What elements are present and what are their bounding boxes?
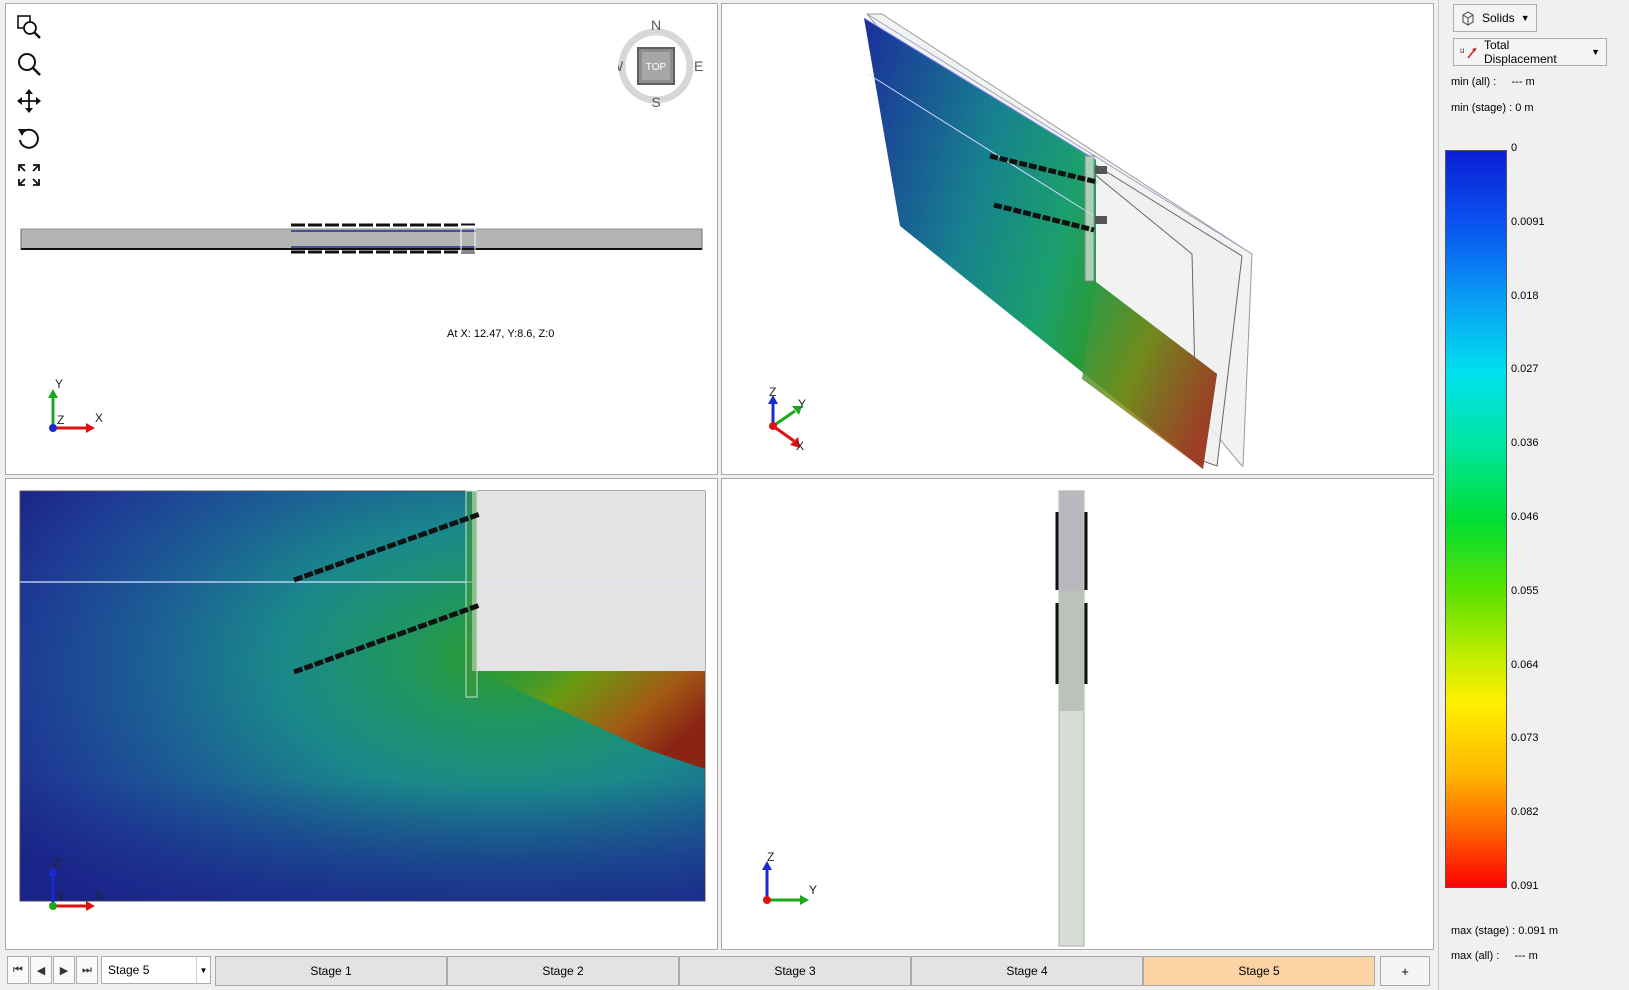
prev-stage-icon[interactable]: ◀ — [30, 956, 52, 984]
axis-triad-iso: Z Y X — [768, 385, 806, 453]
front-view-scene: Z X Y — [19, 490, 706, 911]
compass-face-label[interactable]: TOP — [646, 62, 667, 73]
chevron-down-icon: ▼ — [1520, 13, 1530, 23]
legend-tick-label: 0.027 — [1511, 363, 1539, 376]
iso-wale-upper — [1095, 166, 1107, 174]
compass-east-label[interactable]: E — [694, 58, 703, 74]
max-stage-stat: max (stage) : 0.091 m — [1451, 925, 1558, 937]
stage-select[interactable]: Stage 5 ▼ — [101, 956, 211, 984]
chevron-down-icon: ▼ — [196, 957, 210, 983]
fit-extents-icon[interactable] — [14, 160, 44, 190]
viewport-iso[interactable]: Z Y X — [721, 3, 1434, 475]
triad-label-z: Z — [769, 385, 776, 399]
legend-tick-label: 0.0091 — [1511, 215, 1545, 228]
view-cube-compass[interactable]: TOP N S W E — [610, 17, 717, 110]
displacement-icon: u — [1460, 46, 1477, 59]
entity-dropdown[interactable]: Solids ▼ — [1453, 4, 1537, 32]
iso-view-scene: Z Y X — [768, 13, 1253, 469]
tab-stage-1[interactable]: Stage 1 — [215, 956, 447, 986]
entity-dropdown-label: Solids — [1482, 11, 1515, 25]
legend-tick-label: 0.073 — [1511, 732, 1539, 745]
plan-soil-strip — [20, 228, 703, 250]
color-ramp — [1445, 150, 1507, 888]
compass-north-label[interactable]: N — [651, 17, 661, 33]
legend-tick-label: 0.082 — [1511, 806, 1539, 819]
viewport-side[interactable]: Z Y — [721, 478, 1434, 950]
legend-tick-label: 0.055 — [1511, 584, 1539, 597]
last-stage-icon[interactable]: ⏭ — [76, 956, 98, 984]
side-wall-part — [1060, 591, 1083, 711]
front-contour-fade — [20, 779, 705, 901]
legend-panel: Solids ▼ u Total Displacement ▼ min (all… — [1438, 0, 1629, 990]
triad-label-z: Z — [767, 850, 774, 864]
axis-triad-top: Y X Z — [48, 377, 103, 433]
max-all-stat: max (all) : --- m — [1451, 950, 1538, 962]
triad-label-y: Y — [57, 890, 65, 904]
min-stage-label: min (stage) : — [1451, 102, 1513, 114]
side-view-scene: Z Y — [762, 490, 1088, 947]
min-stage-value: 0 m — [1515, 102, 1534, 114]
legend-tick-label: 0.091 — [1511, 880, 1539, 892]
min-stage-stat: min (stage) : 0 m — [1451, 102, 1534, 114]
legend-tick-label: 0.046 — [1511, 511, 1539, 523]
iso-wall — [1084, 155, 1095, 282]
triad-label-z: Z — [53, 856, 60, 870]
zoom-window-icon[interactable] — [14, 12, 44, 42]
front-wall — [465, 490, 478, 698]
rotate-icon[interactable] — [14, 123, 44, 153]
result-type-dropdown[interactable]: u Total Displacement ▼ — [1453, 38, 1607, 66]
next-stage-icon[interactable]: ▶ — [53, 956, 75, 984]
tab-stage-4[interactable]: Stage 4 — [911, 956, 1143, 986]
svg-text:u: u — [1460, 46, 1464, 55]
max-all-value: --- m — [1514, 950, 1538, 962]
app-window: Y X Z TOP N S E At X: 12.47, Y:8.6, Z:0 … — [0, 0, 1629, 990]
stage-select-value: Stage 5 — [108, 963, 150, 977]
zoom-icon[interactable] — [14, 49, 44, 79]
min-all-value: --- m — [1511, 76, 1535, 88]
tab-stage-3[interactable]: Stage 3 — [679, 956, 911, 986]
solid-cube-icon — [1462, 11, 1474, 26]
stage-bar: ⏮ ◀ ▶ ⏭ Stage 5 ▼ Stage 1 Stage 2 Stage … — [5, 953, 1434, 988]
tab-stage-5[interactable]: Stage 5 — [1143, 956, 1375, 986]
viewport-top[interactable]: Y X Z TOP N S E At X: 12.47, Y:8.6, Z:0 — [5, 3, 718, 475]
stage-tabs: Stage 1 Stage 2 Stage 3 Stage 4 Stage 5 — [215, 956, 1375, 986]
side-excavated-part — [1060, 491, 1083, 591]
tab-stage-2[interactable]: Stage 2 — [447, 956, 679, 986]
max-stage-value: 0.091 m — [1518, 925, 1558, 937]
first-stage-icon[interactable]: ⏮ — [7, 956, 29, 984]
legend-tick-label: 0.036 — [1511, 437, 1539, 450]
chevron-down-icon: ▼ — [1591, 47, 1600, 57]
result-type-label: Total Displacement — [1483, 38, 1557, 66]
min-all-label: min (all) : — [1451, 76, 1497, 88]
legend-tick-label: 0.064 — [1511, 658, 1539, 671]
max-all-label: max (all) : — [1451, 950, 1500, 962]
viewport-front[interactable]: Z X Y — [5, 478, 718, 950]
min-all-stat: min (all) : --- m — [1451, 76, 1535, 88]
legend-tick-label: 0.018 — [1511, 289, 1539, 302]
compass-south-label[interactable]: S — [651, 94, 660, 110]
triad-label-z: Z — [57, 413, 64, 427]
cursor-coordinate-readout: At X: 12.47, Y:8.6, Z:0 — [447, 328, 555, 340]
add-stage-button[interactable]: + — [1380, 956, 1430, 986]
compass-west-label[interactable]: W — [610, 58, 624, 74]
max-stage-label: max (stage) : — [1451, 925, 1516, 937]
triad-label-x: X — [796, 439, 804, 453]
triad-label-x: X — [95, 889, 103, 903]
legend-tick-label: 0 — [1511, 142, 1518, 154]
front-excavated-zone — [472, 491, 705, 671]
axis-triad-side: Z Y — [762, 850, 817, 905]
triad-label-y: Y — [55, 377, 63, 391]
pan-icon[interactable] — [14, 86, 44, 116]
iso-wale-lower — [1095, 216, 1107, 224]
triad-label-y: Y — [809, 883, 817, 897]
top-view-scene: Y X Z — [20, 223, 703, 433]
view-toolbar — [14, 12, 44, 197]
triad-label-y: Y — [798, 397, 806, 411]
triad-label-x: X — [95, 411, 103, 425]
